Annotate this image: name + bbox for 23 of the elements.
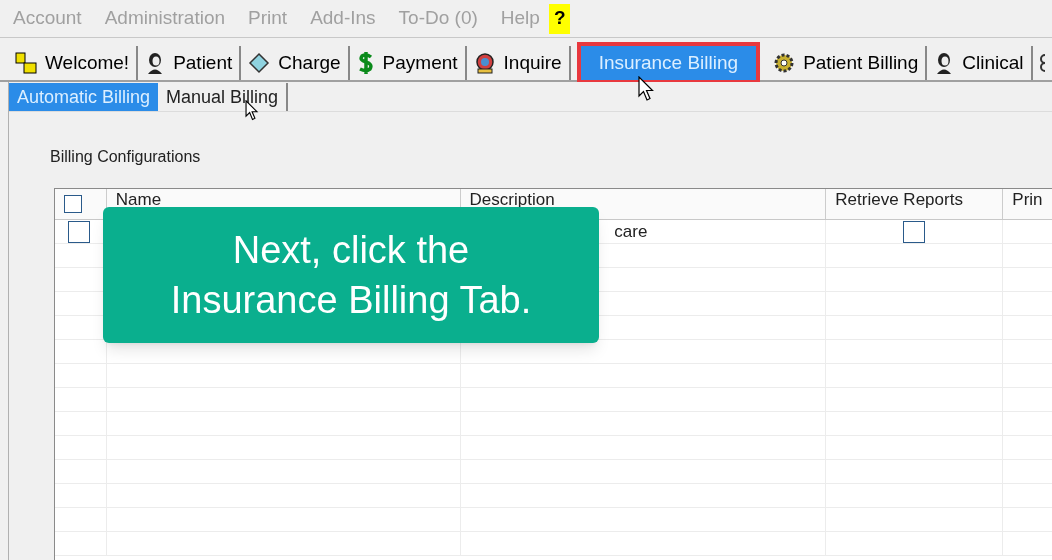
section-title: Billing Configurations xyxy=(50,147,201,167)
row-checkbox[interactable] xyxy=(68,220,90,243)
tab[interactable]: Patient xyxy=(138,46,242,80)
tab[interactable]: Payment xyxy=(349,46,467,80)
gear-icon xyxy=(773,52,796,74)
tab[interactable]: Inquire xyxy=(466,46,571,80)
globe-icon xyxy=(473,52,496,74)
tab[interactable]: Welcome! xyxy=(8,46,139,80)
select-all-checkbox[interactable] xyxy=(64,195,82,213)
tab[interactable]: Clinical xyxy=(927,46,1033,80)
diamond-icon xyxy=(248,52,271,74)
retrieve-checkbox[interactable] xyxy=(903,220,926,243)
partial-icon xyxy=(1038,54,1045,72)
help-button[interactable]: ? xyxy=(548,3,571,34)
tutorial-tooltip: Next, click the Insurance Billing Tab. xyxy=(103,207,599,343)
table-cell-text: care xyxy=(614,220,648,243)
tab[interactable]: Charge xyxy=(241,46,350,80)
column-header[interactable]: Retrieve Reports xyxy=(826,189,1004,219)
dollar-icon xyxy=(356,51,375,75)
logo-icon xyxy=(15,52,37,74)
tab[interactable]: Patient Billing xyxy=(766,46,928,80)
column-header[interactable]: Prin xyxy=(1003,189,1052,219)
cursor-icon xyxy=(638,76,656,102)
